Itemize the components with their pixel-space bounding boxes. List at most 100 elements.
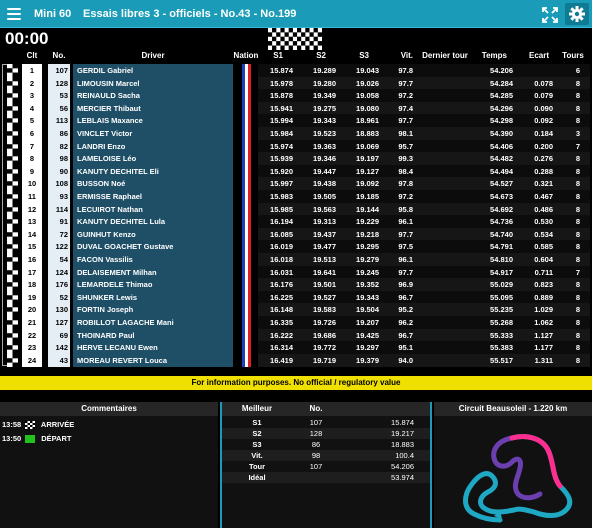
gap: 0.530 bbox=[534, 217, 553, 227]
s2-time: 19.313 bbox=[313, 217, 336, 227]
driver-name: REINAULD Sacha bbox=[73, 89, 233, 103]
table-row[interactable]: 21 127 ROBILLOT LAGACHE Mani 16.335 19.726 19… bbox=[0, 316, 592, 329]
pos-cell: 7 bbox=[22, 139, 42, 153]
table-row[interactable]: 15 122 DUVAL GOACHET Gustave 16.019 19.477 19… bbox=[0, 240, 592, 254]
s1-time: 16.085 bbox=[270, 229, 293, 239]
col-gap: Ecart bbox=[528, 51, 549, 60]
table-row[interactable]: 20 130 FORTIN Joseph 16.148 19.583 19.504 95.2… bbox=[0, 303, 592, 317]
table-row[interactable]: 8 98 LAMELOISE Léo 15.939 19.346 19.197 99.3 54… bbox=[0, 152, 592, 166]
s3-time: 19.080 bbox=[356, 103, 379, 113]
speed: 94.0 bbox=[398, 355, 413, 365]
fullscreen-icon[interactable] bbox=[541, 6, 559, 24]
speed: 99.3 bbox=[398, 154, 413, 164]
table-row[interactable]: 1 107 GERDIL Gabriel 15.874 19.289 19.043 97.8… bbox=[0, 64, 592, 77]
speed: 97.7 bbox=[398, 116, 413, 126]
table-row[interactable]: 2 128 LIMOUSIN Marcel 15.978 19.280 19.026 97.… bbox=[0, 76, 592, 90]
table-row[interactable]: 12 114 LECUIROT Nathan 15.985 19.563 19.144 95… bbox=[0, 202, 592, 216]
car-number: 93 bbox=[48, 190, 70, 203]
best-label: Idéal bbox=[248, 473, 266, 482]
table-row[interactable]: 24 43 MOREAU REVERT Louca 16.419 19.719 19.37… bbox=[0, 353, 592, 367]
car-number: 90 bbox=[48, 164, 70, 178]
best-number: 86 bbox=[311, 440, 321, 449]
driver-name: ROBILLOT LAGACHE Mani bbox=[73, 316, 233, 329]
pos-cell: 22 bbox=[22, 328, 42, 342]
checkered-flag-icon bbox=[7, 227, 18, 241]
checkered-flag-icon bbox=[7, 353, 18, 367]
s2-time: 19.438 bbox=[313, 179, 336, 189]
laps: 8 bbox=[575, 204, 580, 214]
table-row[interactable]: 3 53 REINAULD Sacha 15.878 19.349 19.058 97.2 5… bbox=[0, 89, 592, 103]
table-row[interactable]: 16 54 FACON Vassilis 16.018 19.513 19.279 96.1… bbox=[0, 253, 592, 266]
flag-france-icon bbox=[242, 101, 251, 115]
table-row[interactable]: 6 86 VINCLET Victor 15.984 19.523 18.883 98.1 5… bbox=[0, 127, 592, 140]
table-row[interactable]: 23 142 HERVE LECANU Ewen 16.314 19.772 19.297… bbox=[0, 341, 592, 355]
s1-time: 16.031 bbox=[270, 267, 293, 277]
s2-time: 19.437 bbox=[313, 229, 336, 239]
table-row[interactable]: 7 82 LANDRI Enzo 15.974 19.363 19.069 95.7 54.4… bbox=[0, 139, 592, 153]
s3-time: 18.883 bbox=[356, 129, 379, 138]
driver-name: VINCLET Victor bbox=[73, 127, 233, 140]
lap-time: 55.029 bbox=[490, 280, 513, 290]
car-number: 176 bbox=[48, 278, 70, 292]
comment-time: 13:50 bbox=[2, 434, 22, 443]
pos-cell: 20 bbox=[22, 303, 42, 317]
laps: 8 bbox=[575, 355, 580, 365]
s2-time: 19.349 bbox=[313, 91, 336, 101]
best-row: S2 128 19.217 bbox=[222, 428, 430, 439]
lap-time: 54.284 bbox=[490, 78, 513, 88]
table-row[interactable]: 22 69 THOINARD Paul 16.222 19.686 19.425 96.7 5… bbox=[0, 328, 592, 342]
table-row[interactable]: 13 91 KANUTY DECHITEL Lula 16.194 19.313 19.2… bbox=[0, 215, 592, 229]
table-row[interactable]: 10 108 BUSSON Noé 15.997 19.438 19.092 97.8 54.… bbox=[0, 177, 592, 191]
table-row[interactable]: 11 93 ERMISSE Raphael 15.983 19.505 19.185 97.… bbox=[0, 190, 592, 203]
flag-france-icon bbox=[242, 114, 251, 128]
laps: 8 bbox=[575, 305, 580, 315]
table-row[interactable]: 17 124 DELAISEMENT Milhan 16.031 19.641 19.24… bbox=[0, 265, 592, 279]
table-row[interactable]: 4 56 MERCIER Thibaut 15.941 19.275 19.080 97.4… bbox=[0, 101, 592, 115]
table-row[interactable]: 18 176 LEMARDELE Thimao 16.176 19.501 19.352 9… bbox=[0, 278, 592, 292]
flag-france-icon bbox=[242, 303, 251, 317]
laps: 8 bbox=[575, 229, 580, 239]
lap-time: 54.736 bbox=[490, 217, 513, 227]
driver-name: LIMOUSIN Marcel bbox=[73, 76, 233, 90]
s2-time: 19.477 bbox=[313, 242, 336, 252]
driver-name: FORTIN Joseph bbox=[73, 303, 233, 317]
speed: 96.1 bbox=[398, 217, 413, 227]
laps: 6 bbox=[575, 66, 580, 75]
s1-time: 16.019 bbox=[270, 242, 293, 252]
pos-cell: 6 bbox=[22, 127, 42, 140]
driver-name: LAMELOISE Léo bbox=[73, 152, 233, 166]
s1-time: 16.148 bbox=[270, 305, 293, 315]
table-row[interactable]: 5 113 LEBLAIS Maxance 15.994 19.343 18.961 97.… bbox=[0, 114, 592, 128]
s2-time: 19.523 bbox=[313, 129, 336, 138]
pos-cell: 5 bbox=[22, 114, 42, 128]
gap: 1.029 bbox=[534, 305, 553, 315]
pos-cell: 8 bbox=[22, 152, 42, 166]
circuit-title: Circuit Beausoleil - 1.220 km bbox=[434, 402, 592, 416]
s3-time: 18.961 bbox=[356, 116, 379, 126]
gap: 1.177 bbox=[534, 343, 553, 353]
pos-cell: 21 bbox=[22, 316, 42, 329]
s1-time: 15.920 bbox=[270, 166, 293, 176]
car-number: 72 bbox=[48, 227, 70, 241]
gap: 0.288 bbox=[534, 166, 553, 176]
gear-icon bbox=[569, 6, 585, 22]
car-number: 128 bbox=[48, 76, 70, 90]
lap-time: 55.095 bbox=[490, 292, 513, 302]
lap-time: 55.333 bbox=[490, 330, 513, 340]
checkered-flag-icon bbox=[7, 152, 18, 166]
s2-time: 19.583 bbox=[313, 305, 336, 315]
lap-time: 54.206 bbox=[490, 66, 513, 75]
table-row[interactable]: 19 52 SHUNKER Lewis 16.225 19.527 19.343 96.7 5… bbox=[0, 290, 592, 304]
settings-button[interactable] bbox=[565, 3, 589, 25]
menu-icon[interactable] bbox=[5, 5, 23, 23]
best-value: 54.206 bbox=[391, 462, 414, 471]
category-label: Mini 60 bbox=[34, 8, 72, 20]
table-row[interactable]: 14 72 GUINHUT Kenzo 16.085 19.437 19.218 97.7 5… bbox=[0, 227, 592, 241]
gap: 0.321 bbox=[534, 179, 553, 189]
col-time: Temps bbox=[481, 51, 507, 60]
lap-time: 54.527 bbox=[490, 179, 513, 189]
table-row[interactable]: 9 90 KANUTY DECHITEL Eli 15.920 19.447 19.127… bbox=[0, 164, 592, 178]
laps: 8 bbox=[575, 78, 580, 88]
checkered-flag-icon bbox=[7, 215, 18, 229]
